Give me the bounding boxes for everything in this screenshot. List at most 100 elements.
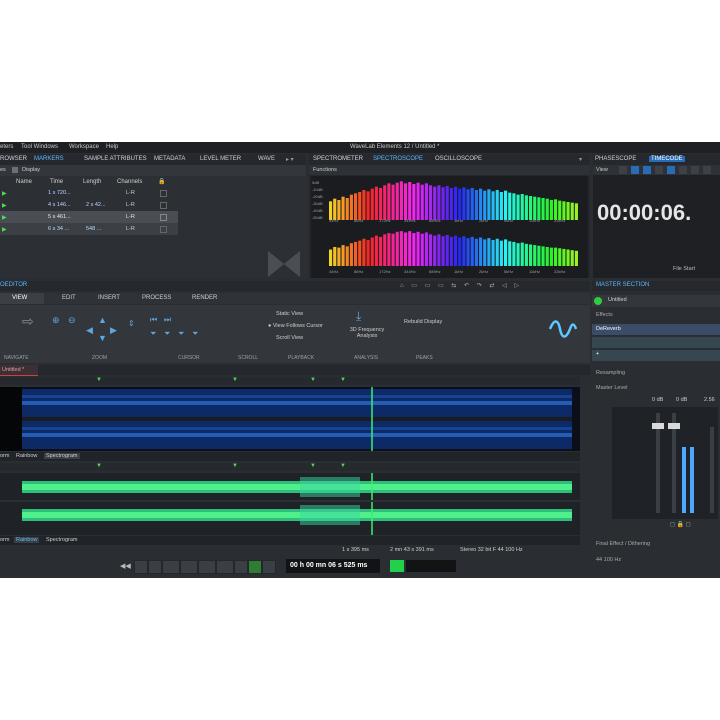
tab-render[interactable]: RENDER: [192, 295, 217, 301]
col-channels[interactable]: Channels: [117, 179, 142, 185]
view-menu[interactable]: View: [596, 167, 608, 173]
row-lock-checkbox[interactable]: [160, 226, 167, 233]
marker-icon[interactable]: ▼: [232, 463, 238, 469]
menu-item-tool-windows[interactable]: Tool Windows: [21, 144, 58, 150]
cursor-prev-icon[interactable]: ⏭: [164, 315, 171, 325]
menu-item-workspace[interactable]: Workspace: [69, 144, 99, 150]
tab-oscilloscope[interactable]: OSCILLOSCOPE: [435, 156, 482, 162]
tab-insert[interactable]: INSERT: [98, 295, 120, 301]
mode-rainbow[interactable]: Rainbow: [16, 453, 37, 459]
tab-metadata[interactable]: METADATA: [154, 156, 185, 162]
tool-icon[interactable]: [631, 166, 639, 174]
tab-spectrometer[interactable]: SPECTROMETER: [313, 156, 363, 162]
fader-left-handle[interactable]: [652, 423, 664, 429]
tool-icon[interactable]: [619, 166, 627, 174]
transport-start-button[interactable]: [134, 560, 148, 574]
marker-icon[interactable]: ▼: [96, 377, 102, 383]
mode-spectrogram[interactable]: Spectrogram: [46, 537, 78, 543]
more-tabs-icon[interactable]: ▸ ▾: [286, 156, 294, 163]
zoom-fit-icon[interactable]: ⇕: [128, 319, 135, 328]
tool-icon[interactable]: [643, 166, 651, 174]
rebuild-display-button[interactable]: Rebuild Display: [404, 319, 442, 325]
effect-slot-1[interactable]: DeReverb: [592, 324, 720, 335]
tab-browser[interactable]: ROWSER: [0, 156, 27, 162]
mode-rainbow[interactable]: Rainbow: [14, 537, 40, 543]
cursor-down-icon[interactable]: ⏷: [178, 329, 184, 339]
marker-icon[interactable]: ▼: [96, 463, 102, 469]
navigate-arrow-icon[interactable]: ⇨: [22, 313, 34, 330]
tab-markers[interactable]: MARKERS: [34, 156, 64, 162]
power-icon[interactable]: [594, 297, 602, 305]
effect-slot-empty[interactable]: [592, 337, 720, 348]
preset-name[interactable]: Untitled: [608, 297, 627, 303]
transport-rewind-icon[interactable]: ◀◀: [120, 562, 131, 570]
tab-view[interactable]: VIEW: [12, 295, 27, 301]
lock-icon[interactable]: [12, 167, 18, 173]
lock-column-icon[interactable]: 🔒: [158, 178, 165, 185]
transport-next-button[interactable]: [198, 560, 216, 574]
tab-wave[interactable]: WAVE: [258, 156, 275, 162]
transport-rew-button[interactable]: [162, 560, 180, 574]
table-row[interactable]: ▶ 5 s 461... L-R: [0, 211, 178, 223]
panel-menu-icon[interactable]: ▾: [579, 156, 582, 163]
mode-normal[interactable]: orm: [0, 537, 9, 543]
table-row[interactable]: ▶ 1 s 720... L-R: [0, 187, 178, 199]
tab-edit[interactable]: EDIT: [62, 295, 76, 301]
transport-play-button[interactable]: [248, 560, 262, 574]
marker-icon[interactable]: ▼: [340, 463, 346, 469]
menu-item-meters[interactable]: eters: [0, 144, 13, 150]
meter-controls-icons[interactable]: ◻ 🔒 ◻: [670, 521, 691, 528]
view-follows-cursor-option[interactable]: ● View Follows Cursor: [268, 323, 323, 329]
scroll-view-option[interactable]: Scroll View: [276, 335, 303, 341]
menu-item-help[interactable]: Help: [106, 144, 118, 150]
mode-normal[interactable]: orm: [0, 453, 9, 459]
toolbar-es[interactable]: es: [0, 167, 6, 173]
zoom-icon[interactable]: ⊕: [52, 315, 60, 326]
transport-stop-button[interactable]: [234, 560, 248, 574]
zoom-out-icon[interactable]: ⊖: [68, 315, 76, 326]
marker-icon[interactable]: ▼: [310, 463, 316, 469]
row-lock-checkbox[interactable]: [160, 202, 167, 209]
waveform-view[interactable]: [0, 473, 580, 535]
col-length[interactable]: Length: [83, 179, 101, 185]
tab-spectroscope[interactable]: SPECTROSCOPE: [373, 156, 423, 162]
editor-tool-icons[interactable]: ⌂ ▭ ▭ ▭ ⇆ ↶ ↷ ⇄ ◁ ▷: [400, 282, 522, 289]
functions-menu[interactable]: Functions: [313, 167, 337, 173]
zoom-arrow-icon[interactable]: ▼: [98, 333, 107, 343]
table-row[interactable]: ▶ 6 s 34 ... 548 ... L-R: [0, 223, 178, 235]
col-time[interactable]: Time: [50, 179, 63, 185]
zoom-arrow-icon[interactable]: ◀: [86, 325, 93, 336]
transport-record-button[interactable]: [262, 560, 276, 574]
spectrogram-view[interactable]: [0, 387, 580, 451]
3d-analysis-icon[interactable]: ⤓: [356, 309, 361, 324]
tab-process[interactable]: PROCESS: [142, 295, 171, 301]
tool-icon[interactable]: [691, 166, 699, 174]
tab-phasescope[interactable]: PHASESCOPE: [595, 156, 636, 162]
timeline-ruler[interactable]: ▼ ▼ ▼ ▼: [0, 377, 580, 385]
timeline-ruler[interactable]: ▼ ▼ ▼ ▼: [0, 463, 580, 471]
tab-level-meter[interactable]: LEVEL METER: [200, 156, 241, 162]
marker-icon[interactable]: ▼: [340, 377, 346, 383]
tool-icon[interactable]: [703, 166, 711, 174]
zoom-arrow-icon[interactable]: ▶: [110, 325, 117, 336]
tool-icon[interactable]: [667, 166, 675, 174]
cursor-down-icon[interactable]: ⏷: [150, 329, 156, 339]
cursor-down-icon[interactable]: ⏷: [164, 329, 170, 339]
zoom-arrow-icon[interactable]: ▲: [98, 315, 107, 325]
resampling-label[interactable]: Resampling: [596, 370, 625, 376]
marker-icon[interactable]: ▼: [232, 377, 238, 383]
col-name[interactable]: Name: [16, 179, 32, 185]
tool-icon[interactable]: [655, 166, 663, 174]
mode-spectrogram[interactable]: Spectrogram: [44, 453, 80, 459]
tab-sample-attributes[interactable]: SAMPLE ATTRIBUTES: [84, 156, 147, 162]
transport-loop-button[interactable]: [216, 560, 234, 574]
cursor-start-icon[interactable]: ⏮: [150, 315, 157, 325]
final-effect-label[interactable]: Final Effect / Dithering: [596, 541, 650, 547]
cursor-down-icon[interactable]: ⏷: [192, 329, 198, 339]
row-lock-checkbox[interactable]: [160, 214, 167, 221]
table-row[interactable]: ▶ 4 s 146... 2 s 42... L-R: [0, 199, 178, 211]
fader-right-handle[interactable]: [668, 423, 680, 429]
display-menu[interactable]: Display: [22, 167, 40, 173]
transport-prev-button[interactable]: [148, 560, 162, 574]
marker-icon[interactable]: ▼: [310, 377, 316, 383]
